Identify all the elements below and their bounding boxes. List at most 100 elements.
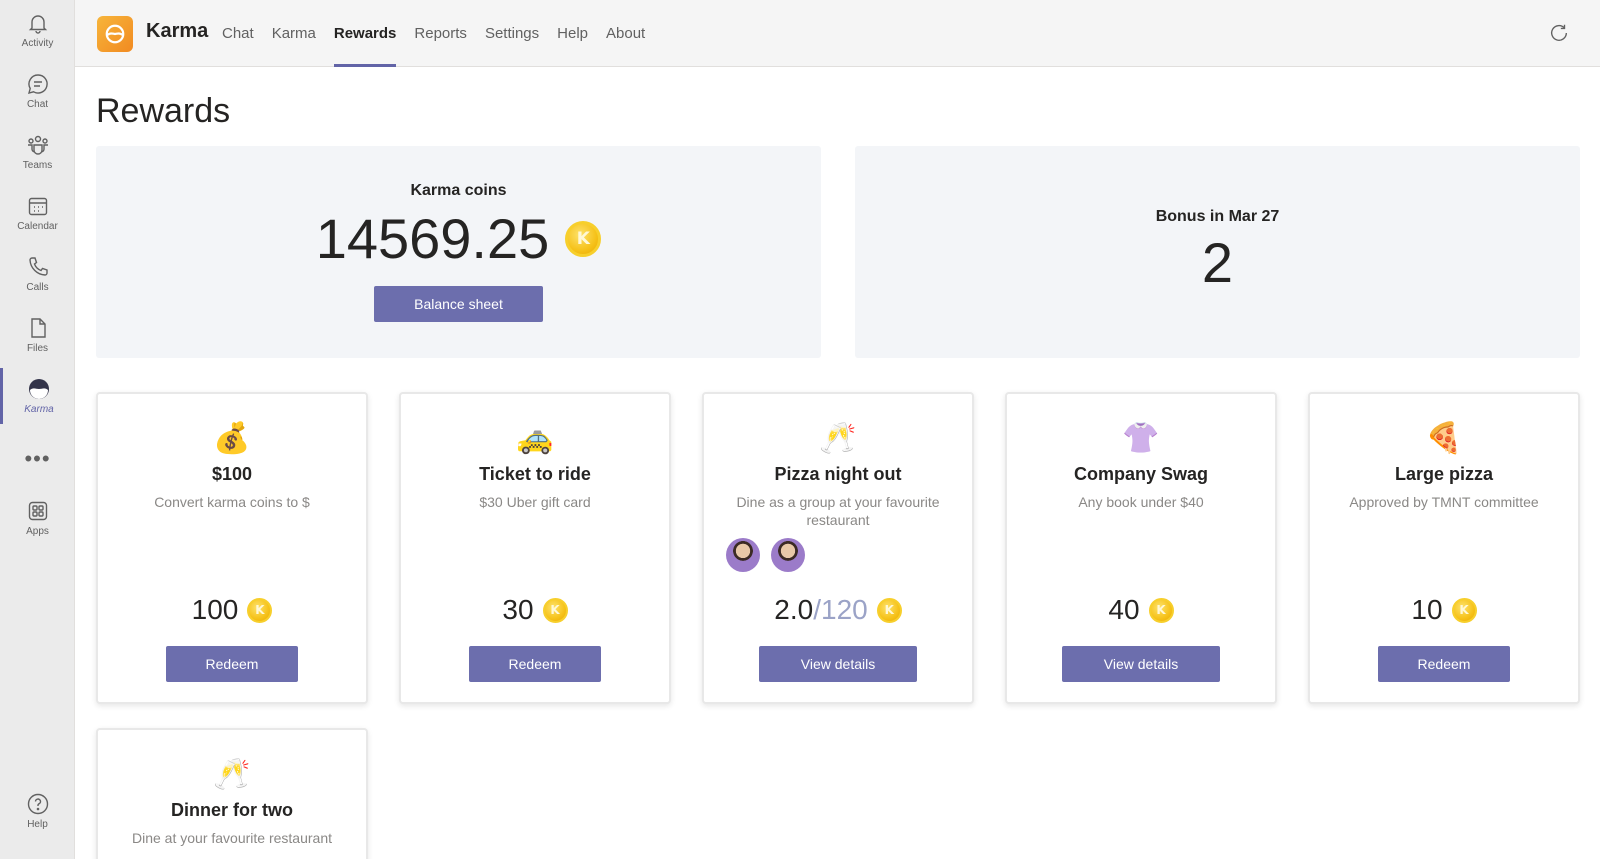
clinking-glasses-icon: 🥂 xyxy=(819,421,857,456)
reward-title: Dinner for two xyxy=(171,800,293,820)
rail-label-chat: Chat xyxy=(26,99,49,110)
reward-subtitle: Approved by TMNT committee xyxy=(1349,494,1539,510)
reward-price-value: 100 xyxy=(191,594,239,625)
reward-price-value: 40 xyxy=(1108,594,1140,625)
reward-card: 🥂 Pizza night out Dine as a group at you… xyxy=(702,392,974,704)
more-apps-button[interactable]: ••• xyxy=(0,448,75,470)
rail-item-teams[interactable]: Teams xyxy=(0,124,75,180)
karma-coins-panel: Karma coins 14569.25 K Balance sheet xyxy=(96,146,821,358)
help-icon xyxy=(27,793,48,815)
pizza-icon: 🍕 xyxy=(1425,421,1463,456)
redeem-button[interactable]: Redeem xyxy=(1378,646,1510,682)
rail-label-calls: Calls xyxy=(26,282,49,293)
rail-item-chat[interactable]: Chat xyxy=(0,63,75,119)
karma-coins-balance-row: 14569.25 K xyxy=(96,206,821,272)
reward-subtitle: $30 Uber gift card xyxy=(479,494,591,510)
reward-title: $100 xyxy=(211,464,253,484)
reward-price: 100 K xyxy=(98,594,366,626)
reward-card: 🍕 Large pizza Approved by TMNT committee… xyxy=(1308,392,1580,704)
reward-subtitle: Dine at your favourite restaurant xyxy=(132,830,332,846)
bonus-panel: Bonus in Mar 27 2 xyxy=(855,146,1580,358)
view-details-button[interactable]: View details xyxy=(1062,646,1220,682)
refresh-icon[interactable] xyxy=(1548,22,1570,44)
karma-coin-icon: K xyxy=(542,597,568,623)
reward-subtitle: Any book under $40 xyxy=(1078,494,1204,510)
rail-label-calendar: Calendar xyxy=(17,221,58,232)
karma-coins-balance: 14569.25 xyxy=(315,207,550,270)
karma-icon xyxy=(29,379,49,399)
redeem-button[interactable]: Redeem xyxy=(469,646,601,682)
rail-label-teams: Teams xyxy=(22,160,53,171)
tab-settings[interactable]: Settings xyxy=(485,0,539,67)
rail-label-activity: Activity xyxy=(21,38,54,49)
avatar[interactable] xyxy=(726,538,760,572)
rail-item-karma[interactable]: Karma xyxy=(0,368,75,424)
app-header: Karma Chat Karma Rewards Reports Setting… xyxy=(75,0,1600,67)
reward-price: 40 K xyxy=(1007,594,1275,626)
karma-app-logo xyxy=(97,16,133,52)
karma-coin-icon: K xyxy=(1451,597,1477,623)
rail-label-karma: Karma xyxy=(24,404,54,415)
chat-icon xyxy=(27,74,48,94)
karma-coin-icon: K xyxy=(565,221,602,257)
tab-rewards[interactable]: Rewards xyxy=(333,0,396,67)
bonus-value: 2 xyxy=(1201,231,1234,294)
app-name: Karma xyxy=(146,20,209,42)
rail-label-help: Help xyxy=(27,819,48,830)
reward-card: 👚 Company Swag Any book under $40 40 K V… xyxy=(1005,392,1277,704)
participant-avatars xyxy=(726,538,816,572)
clinking-glasses-icon: 🥂 xyxy=(213,757,251,792)
reward-card: 🚕 Ticket to ride $30 Uber gift card 30 K… xyxy=(399,392,671,704)
rail-item-help[interactable]: Help xyxy=(0,783,75,839)
rail-item-activity[interactable]: Activity xyxy=(0,2,75,58)
reward-title: Ticket to ride xyxy=(479,464,591,484)
karma-logo-icon xyxy=(105,24,125,44)
file-icon xyxy=(30,318,46,338)
rail-item-calendar[interactable]: Calendar xyxy=(0,185,75,241)
reward-subtitle: Dine as a group at your favourite restau… xyxy=(736,494,940,528)
bonus-title: Bonus in Mar 27 xyxy=(1155,208,1280,225)
taxi-icon: 🚕 xyxy=(516,421,554,456)
page-title: Rewards xyxy=(96,92,231,130)
apps-icon xyxy=(28,501,47,521)
reward-title: Large pizza xyxy=(1394,464,1494,484)
app-tabs: Chat Karma Rewards Reports Settings Help… xyxy=(222,0,663,67)
phone-icon xyxy=(28,257,48,276)
shirt-icon: 👚 xyxy=(1122,421,1160,456)
reward-price: 30 K xyxy=(401,594,669,626)
reward-card: 🥂 Dinner for two Dine at your favourite … xyxy=(96,728,368,859)
karma-coin-icon: K xyxy=(1148,597,1174,623)
calendar-icon xyxy=(28,197,47,216)
reward-title: Pizza night out xyxy=(774,464,902,484)
reward-price-value: 2.0 xyxy=(774,594,814,625)
reward-price: 10 K xyxy=(1310,594,1578,626)
avatar[interactable] xyxy=(771,538,805,572)
rail-item-calls[interactable]: Calls xyxy=(0,246,75,302)
money-bag-icon: 💰 xyxy=(213,421,251,456)
rail-label-apps: Apps xyxy=(26,526,49,537)
karma-coin-icon: K xyxy=(247,597,273,623)
reward-price-goal: /120 xyxy=(813,594,868,625)
karma-coin-icon: K xyxy=(876,597,902,623)
karma-coins-title: Karma coins xyxy=(410,182,507,199)
tab-about[interactable]: About xyxy=(606,0,645,67)
tab-karma[interactable]: Karma xyxy=(272,0,316,67)
bell-icon xyxy=(28,15,47,34)
tab-chat[interactable]: Chat xyxy=(222,0,254,67)
rail-label-files: Files xyxy=(26,343,49,354)
balance-sheet-button[interactable]: Balance sheet xyxy=(374,286,543,322)
reward-subtitle: Convert karma coins to $ xyxy=(154,494,310,510)
rail-item-apps[interactable]: Apps xyxy=(0,490,75,546)
app-rail: Activity Chat Teams Calendar Calls Files… xyxy=(0,0,75,859)
teams-icon xyxy=(27,135,48,155)
tab-help[interactable]: Help xyxy=(557,0,588,67)
tab-reports[interactable]: Reports xyxy=(414,0,467,67)
view-details-button[interactable]: View details xyxy=(759,646,917,682)
rail-item-files[interactable]: Files xyxy=(0,307,75,363)
reward-price: 2.0/120 K xyxy=(704,594,972,626)
reward-price-value: 10 xyxy=(1411,594,1443,625)
reward-card: 💰 $100 Convert karma coins to $ 100 K Re… xyxy=(96,392,368,704)
reward-title: Company Swag xyxy=(1073,464,1209,484)
reward-price-value: 30 xyxy=(502,594,534,625)
redeem-button[interactable]: Redeem xyxy=(166,646,298,682)
